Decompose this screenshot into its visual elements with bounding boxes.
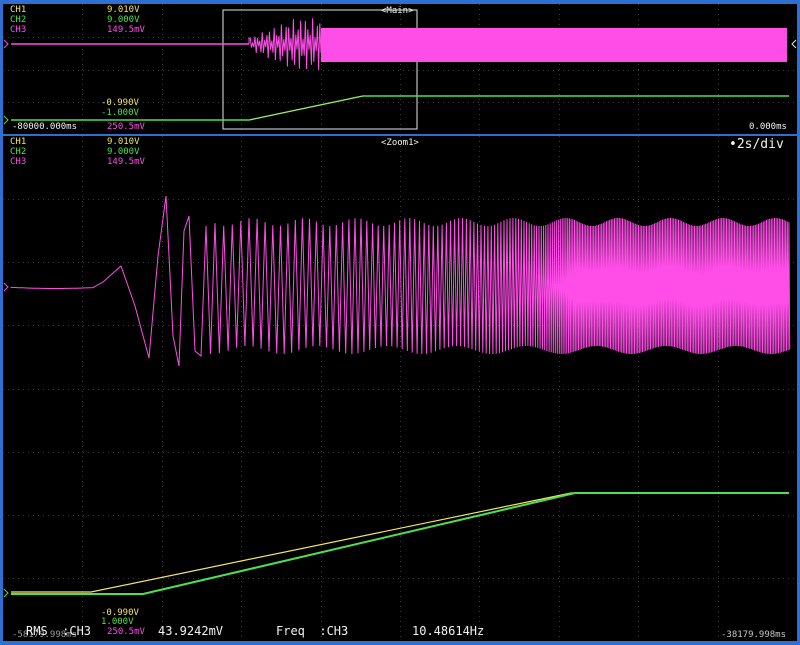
main-ch3-burst-envelope: [321, 28, 787, 62]
timebase-dot-icon: •: [729, 137, 737, 152]
zoom-timebase: 2s/div: [736, 137, 784, 152]
zoom-ch1-value: 9.010V: [107, 137, 140, 147]
main-level-upper: -0.990V: [101, 98, 139, 108]
main-ch2-label: CH2: [10, 15, 27, 25]
main-title: <Main>: [381, 6, 414, 16]
zoom-timebase-indicator: •2s/div: [729, 138, 784, 151]
zoom-ch1-trace: [11, 492, 789, 593]
rms-value: 43.9242mV: [158, 624, 224, 638]
rms-label: RMS :CH3: [26, 624, 92, 638]
main-right-marker-icon: [791, 39, 797, 49]
zoom-window: CH1 9.010V CH2 9.000V CH3 149.5mV <Zoom1…: [3, 136, 797, 641]
main-ch2-marker-icon: [3, 115, 9, 125]
zoom-ch2-trace: [11, 492, 789, 595]
zoom-ch3-value: 149.5mV: [107, 157, 145, 167]
main-ch3-low: 250.5mV: [107, 122, 145, 132]
zoom-waveform-area: [3, 136, 797, 641]
main-ch3-label: CH3: [10, 25, 27, 35]
zoom-ch2-marker-icon: [3, 588, 9, 598]
zoom-ch2-value: 9.000V: [107, 147, 140, 157]
main-ch3-value: 149.5mV: [107, 25, 145, 35]
zoom-level-lower: 1.000V: [101, 617, 134, 627]
main-ch1-label: CH1: [10, 5, 27, 15]
zoom-time-right: -38179.998ms: [721, 630, 787, 640]
zoom-ch3-marker-icon: [3, 282, 9, 292]
freq-label: Freq :CH3: [276, 624, 349, 638]
main-ch3-marker-icon: [3, 39, 9, 49]
zoom-title: <Zoom1>: [381, 138, 419, 148]
zoom-ch2-label: CH2: [10, 147, 27, 157]
zoom-ch3-low: 250.5mV: [107, 627, 145, 637]
zoom-ch1-label: CH1: [10, 137, 27, 147]
main-ch2-value: 9.000V: [107, 15, 140, 25]
freq-value: 10.48614Hz: [412, 624, 485, 638]
main-level-lower: -1.000V: [101, 108, 139, 118]
zoom-ch3-label: CH3: [10, 157, 27, 167]
main-ch3-burst-onset: [248, 18, 323, 70]
main-time-right: 0.000ms: [749, 122, 787, 132]
main-ch1-trace: [248, 95, 364, 121]
main-time-left: -80000.000ms: [12, 122, 78, 132]
main-ch1-value: 9.010V: [107, 5, 140, 15]
main-window: CH1 9.010V CH2 9.000V CH3 149.5mV <Main>…: [3, 4, 797, 135]
